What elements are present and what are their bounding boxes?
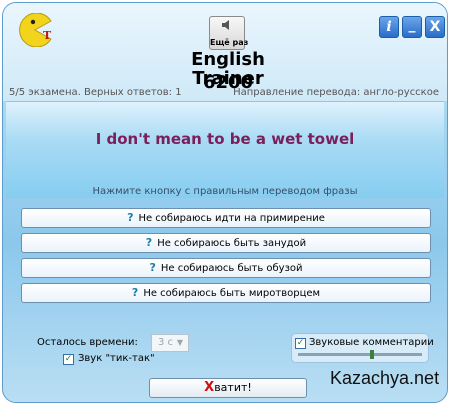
again-button-label: Ещё раз	[210, 38, 249, 47]
answer-button-2[interactable]: ? Не собираюсь быть занудой	[21, 233, 431, 253]
svg-text:T: T	[43, 29, 52, 42]
time-remaining-value: 3 с	[158, 337, 174, 348]
pacman-logo-icon: T	[19, 13, 52, 47]
speaker-icon	[222, 20, 229, 30]
minimize-button[interactable]: _	[402, 16, 422, 38]
exit-button[interactable]: Хватит!	[149, 378, 307, 398]
chevron-down-icon: ▼	[176, 338, 184, 347]
tick-tock-label: Звук "тик-так"	[78, 353, 155, 364]
time-remaining-label: Осталось времени:	[37, 337, 138, 348]
again-button[interactable]: Ещё раз	[209, 16, 249, 50]
answer-button-4[interactable]: ? Не собираюсь быть миротворцем	[21, 283, 431, 303]
question-icon: ?	[149, 261, 156, 274]
app-window: T Ещё раз English Trainer 6200 i _ X 5/5…	[2, 2, 448, 403]
english-phrase: I don't mean to be a wet towel	[95, 130, 355, 148]
time-remaining-select[interactable]: 3 с ▼	[151, 334, 189, 352]
sound-comments-label: Звуковые комментарии	[309, 337, 434, 348]
instruction-hint: Нажмите кнопку с правильным переводом фр…	[92, 186, 358, 197]
question-icon: ?	[145, 236, 153, 249]
answer-label: Не собираюсь идти на примирение	[138, 213, 325, 224]
phrase-panel: I don't mean to be a wet towel Нажмите к…	[6, 101, 444, 198]
answer-label: Не собираюсь быть миротворцем	[143, 288, 321, 299]
info-button[interactable]: i	[379, 16, 399, 38]
volume-slider-thumb[interactable]	[370, 350, 375, 359]
answer-label: Не собираюсь быть занудой	[157, 238, 307, 249]
answer-label: Не собираюсь быть обузой	[160, 263, 303, 274]
question-icon: ?	[127, 211, 134, 224]
header: T Ещё раз English Trainer 6200 i _ X 5/5…	[3, 3, 447, 101]
question-icon: ?	[131, 286, 139, 299]
tick-tock-checkbox[interactable]: ✓	[63, 354, 74, 365]
sound-comments-box: ✓ Звуковые комментарии	[291, 333, 434, 363]
exit-label: Хватит!	[204, 380, 252, 395]
sound-comments-checkbox[interactable]: ✓	[295, 338, 306, 349]
exam-progress-text: 5/5 экзамена. Верных ответов: 1	[9, 87, 182, 98]
close-button[interactable]: X	[425, 16, 445, 38]
answer-button-1[interactable]: ? Не собираюсь идти на примирение	[21, 208, 431, 228]
answer-button-3[interactable]: ? Не собираюсь быть обузой	[21, 258, 431, 278]
watermark: Kazachya.net	[330, 368, 440, 388]
translation-direction-text: Направление перевода: англо-русское	[233, 87, 439, 98]
volume-slider-track[interactable]	[298, 353, 422, 356]
